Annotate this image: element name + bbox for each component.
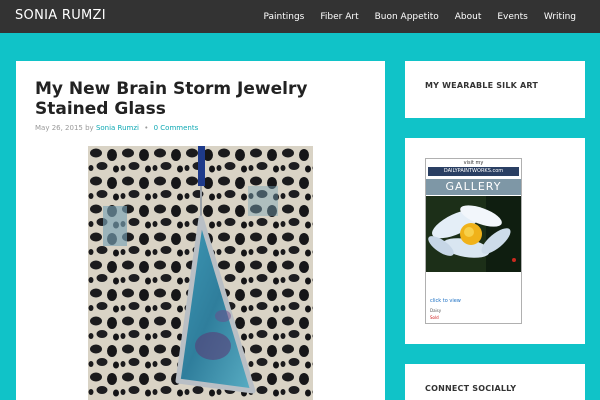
gallery-visit-text: visit my [463,160,484,166]
post-by: by [85,124,94,132]
main-nav: Paintings Fiber Art Buon Appetito About … [263,0,600,33]
post-image[interactable] [88,146,313,400]
widget-connect-socially: CONNECT SOCIALLY [405,364,585,400]
nav-item-paintings[interactable]: Paintings [263,12,304,22]
nav-item-about[interactable]: About [455,12,482,22]
nav-item-events[interactable]: Events [497,12,527,22]
post-card: My New Brain Storm Jewelry Stained Glass… [16,61,385,400]
gallery-painting-name: Daisy [430,308,442,313]
post-author-link[interactable]: Sonia Rumzi [96,124,139,132]
nav-item-fiber-art[interactable]: Fiber Art [320,12,358,22]
gallery-click-to-view[interactable]: click to view [430,298,461,304]
post-date: May 26, 2015 [35,124,83,132]
widget-gallery: visit my DAILYPAINTWORKS.com GALLERY cli… [405,138,585,344]
top-bar: SONIA RUMZI Paintings Fiber Art Buon App… [0,0,600,33]
widget-wearable-silk-art: MY WEARABLE SILK ART [405,61,585,118]
post-title[interactable]: My New Brain Storm Jewelry Stained Glass [35,79,375,119]
post-comments-link[interactable]: 0 Comments [154,124,199,132]
site-title[interactable]: SONIA RUMZI [15,8,106,23]
widget-title-wearable-silk-art: MY WEARABLE SILK ART [425,81,539,90]
stained-glass-photo [88,146,313,400]
gallery-heading: GALLERY [426,179,521,195]
comment-separator-icon: • [144,124,149,132]
widget-title-connect-socially: CONNECT SOCIALLY [425,384,517,393]
nav-item-writing[interactable]: Writing [544,12,576,22]
gallery-brand: DAILYPAINTWORKS.com [428,167,519,176]
post-meta: May 26, 2015 by Sonia Rumzi • 0 Comments [35,124,198,132]
daisy-painting-thumbnail [426,196,521,272]
nav-item-buon-appetito[interactable]: Buon Appetito [375,12,439,22]
gallery-sold-badge: Sold [430,315,439,320]
gallery-banner[interactable]: visit my DAILYPAINTWORKS.com GALLERY cli… [425,158,522,324]
